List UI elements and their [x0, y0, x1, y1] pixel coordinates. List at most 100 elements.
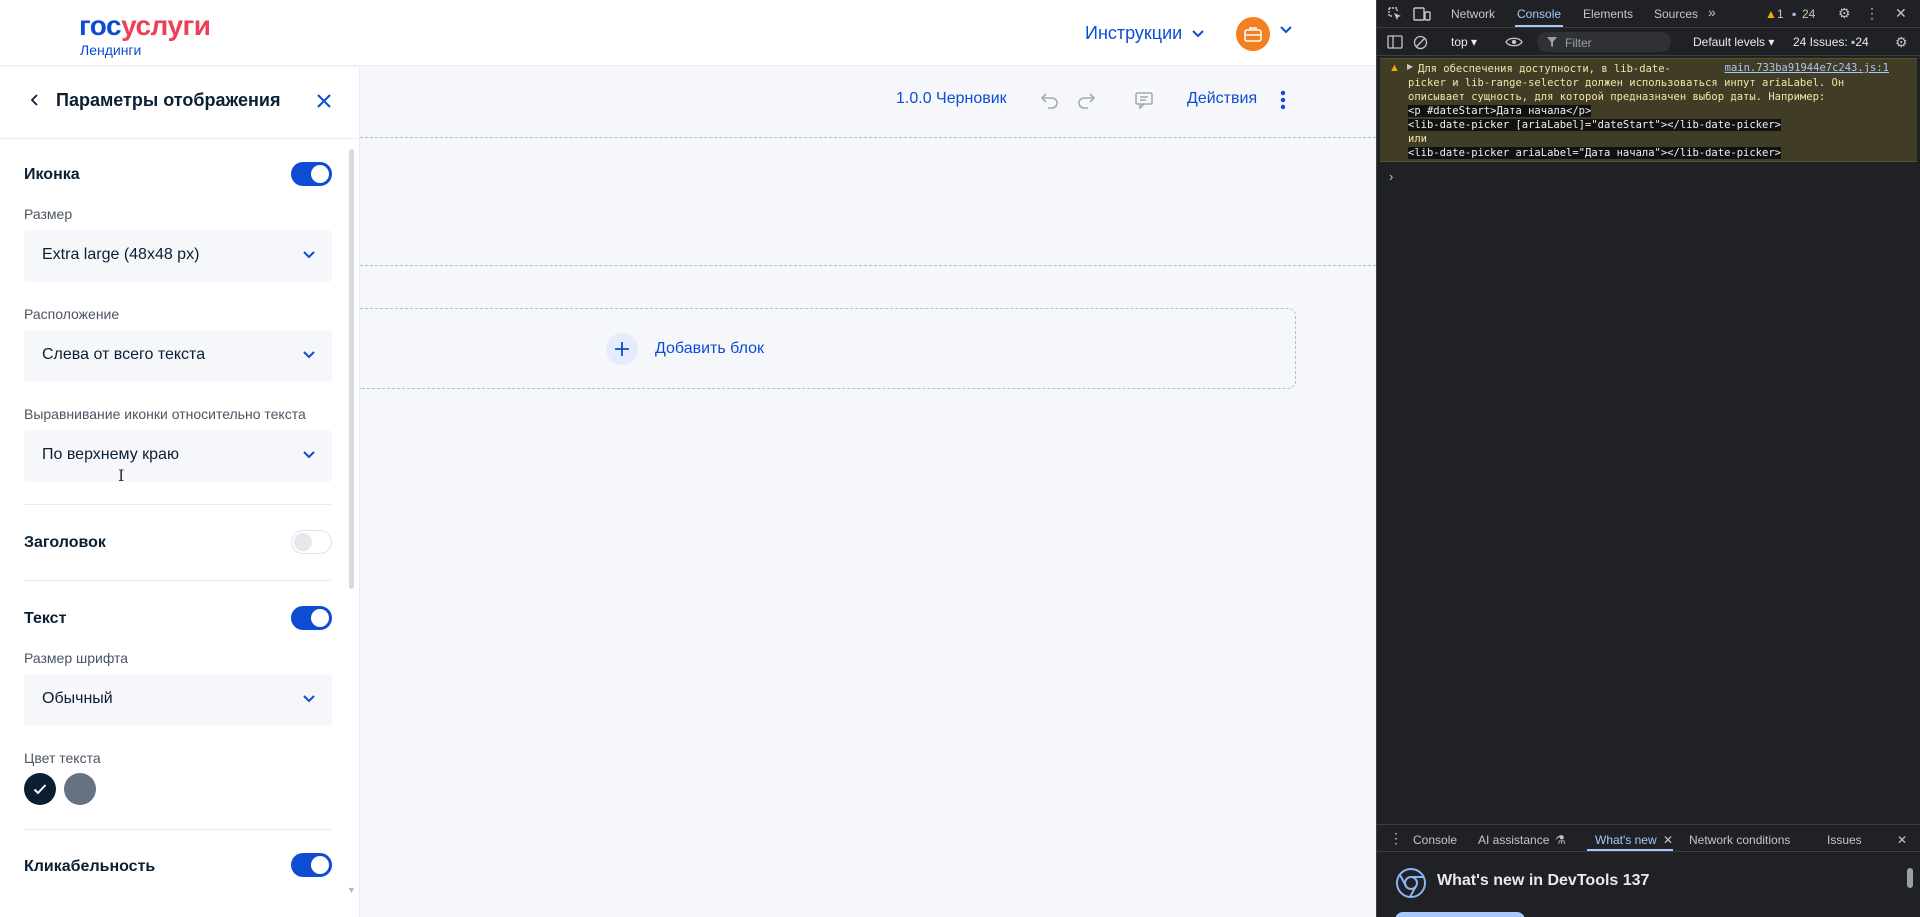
briefcase-icon	[1244, 27, 1262, 42]
chevron-down-icon	[303, 451, 315, 459]
active-tab-indicator	[1515, 25, 1563, 27]
filter-placeholder: Filter	[1565, 36, 1592, 50]
close-icon[interactable]	[314, 91, 334, 111]
text-color-label: Цвет текста	[24, 750, 101, 766]
alignment-value: По верхнему краю	[42, 446, 179, 463]
chrome-logo-icon	[1396, 868, 1426, 898]
selected-block-area[interactable]	[360, 137, 1376, 266]
devtools-tab-sources[interactable]: Sources	[1654, 7, 1698, 21]
logo-text-part2: услуги	[121, 10, 211, 41]
heading-toggle[interactable]	[291, 530, 332, 554]
sidebar-toggle-icon[interactable]	[1387, 35, 1403, 49]
more-tabs-icon[interactable]: »	[1708, 4, 1716, 20]
size-label: Размер	[24, 206, 73, 222]
drawer-tabbar: ⋮ Console AI assistance ⚗ What's new ✕ N…	[1377, 824, 1920, 852]
drawer-tab-whats-new[interactable]: What's new	[1595, 833, 1657, 847]
gosuslugi-logo[interactable]: госуслуги Лендинги	[79, 10, 211, 59]
undo-icon[interactable]	[1040, 91, 1060, 109]
devtools-tab-console[interactable]: Console	[1517, 7, 1561, 21]
top-bar: госуслуги Лендинги Инструкции	[0, 0, 1376, 66]
devtools-tab-elements[interactable]: Elements	[1583, 7, 1633, 21]
close-drawer-icon[interactable]: ✕	[1897, 833, 1907, 847]
instructions-menu[interactable]: Инструкции	[1085, 23, 1204, 44]
text-cursor-icon: I	[118, 466, 125, 485]
icon-toggle[interactable]	[291, 162, 332, 186]
actions-button[interactable]: Действия	[1187, 90, 1257, 108]
drawer-tab-network-conditions[interactable]: Network conditions	[1689, 833, 1790, 847]
filter-icon	[1547, 37, 1557, 47]
drawer-tab-ai-assistance[interactable]: AI assistance	[1478, 833, 1549, 847]
issues-counter[interactable]: 24 Issues: ▪24	[1793, 35, 1869, 49]
devtools-tabbar: Network Console Elements Sources » ▲ 1 ▪…	[1377, 0, 1920, 28]
devtools-tab-network[interactable]: Network	[1451, 7, 1495, 21]
size-select[interactable]: Extra large (48x48 px)	[24, 230, 332, 282]
close-devtools-icon[interactable]: ✕	[1895, 5, 1907, 22]
whats-new-title: What's new in DevTools 137	[1437, 872, 1650, 889]
chevron-down-icon	[303, 695, 315, 703]
app-window: госуслуги Лендинги Инструкции Параметры …	[0, 0, 1376, 917]
comment-icon[interactable]	[1134, 91, 1154, 109]
color-swatch-dark[interactable]	[24, 773, 56, 805]
console-filter-input[interactable]: Filter	[1537, 32, 1671, 52]
back-arrow-icon[interactable]	[28, 92, 42, 108]
message-icon[interactable]: ▪	[1792, 7, 1796, 21]
redo-icon[interactable]	[1076, 91, 1096, 109]
chevron-down-icon	[1192, 29, 1204, 37]
account-chevron-icon[interactable]	[1280, 26, 1292, 34]
checkmark-icon	[33, 784, 47, 795]
section-divider	[24, 504, 332, 505]
settings-gear-icon[interactable]: ⚙	[1838, 5, 1851, 22]
more-options-icon[interactable]	[1280, 89, 1286, 111]
clickable-toggle[interactable]	[291, 853, 332, 877]
add-block-button[interactable]: Добавить блок	[360, 308, 1296, 389]
avatar[interactable]	[1236, 17, 1270, 51]
placement-value: Слева от всего текста	[42, 346, 206, 363]
section-divider	[24, 829, 332, 830]
message-count[interactable]: 24	[1802, 7, 1815, 21]
font-size-label: Размер шрифта	[24, 650, 129, 666]
console-settings-icon[interactable]: ⚙	[1895, 34, 1908, 51]
scroll-down-icon[interactable]: ▼	[347, 885, 356, 895]
alignment-select[interactable]: По верхнему краю	[24, 430, 332, 482]
warning-count[interactable]: 1	[1777, 7, 1784, 21]
eye-icon[interactable]	[1505, 36, 1523, 48]
font-size-select[interactable]: Обычный	[24, 674, 332, 726]
devtools-menu-icon[interactable]: ⋮	[1865, 5, 1879, 22]
logo-text-part1: гос	[79, 10, 122, 41]
chevron-down-icon	[303, 251, 315, 259]
placement-select[interactable]: Слева от всего текста	[24, 330, 332, 382]
console-toolbar: top ▾ Filter Default levels ▾ 24 Issues:…	[1377, 29, 1920, 56]
warning-source-link[interactable]: main.733ba91944e7c243.js:1	[1725, 62, 1889, 74]
placement-label: Расположение	[24, 306, 120, 322]
devtools-panel: Network Console Elements Sources » ▲ 1 ▪…	[1376, 0, 1920, 917]
heading-section-title: Заголовок	[24, 534, 106, 551]
close-tab-icon[interactable]: ✕	[1663, 833, 1673, 847]
text-toggle[interactable]	[291, 606, 332, 630]
drawer-tab-issues[interactable]: Issues	[1827, 833, 1862, 847]
section-divider	[24, 580, 332, 581]
panel-header: Параметры отображения	[0, 67, 359, 139]
whats-new-button[interactable]	[1395, 912, 1525, 917]
version-status[interactable]: 1.0.0 Черновик	[896, 90, 1007, 108]
size-value: Extra large (48x48 px)	[42, 246, 200, 263]
drawer-tab-console[interactable]: Console	[1413, 833, 1457, 847]
panel-scrollbar[interactable]	[349, 149, 354, 589]
warning-text: Для обеспечения доступности, в lib-date-…	[1408, 63, 1845, 159]
warning-icon[interactable]: ▲	[1765, 7, 1777, 21]
console-prompt-icon[interactable]: ›	[1389, 169, 1393, 184]
color-swatch-gray[interactable]	[64, 773, 96, 805]
log-levels-select[interactable]: Default levels ▾	[1693, 35, 1774, 49]
inspect-element-icon[interactable]	[1387, 6, 1403, 22]
alignment-label: Выравнивание иконки относительно текста	[24, 406, 306, 422]
instructions-label: Инструкции	[1085, 23, 1183, 43]
warning-triangle-icon: ▲	[1389, 62, 1400, 74]
drawer-scrollbar[interactable]	[1905, 856, 1913, 912]
icon-section-title: Иконка	[24, 166, 80, 183]
device-toolbar-icon[interactable]	[1413, 6, 1431, 22]
context-select[interactable]: top ▾	[1451, 35, 1477, 49]
drawer-menu-icon[interactable]: ⋮	[1389, 830, 1403, 847]
clear-console-icon[interactable]	[1413, 35, 1428, 50]
plus-icon	[606, 333, 638, 365]
flask-icon: ⚗	[1555, 833, 1566, 847]
console-warning-message[interactable]: ▲ ▶ Для обеспечения доступности, в lib-d…	[1380, 58, 1917, 162]
